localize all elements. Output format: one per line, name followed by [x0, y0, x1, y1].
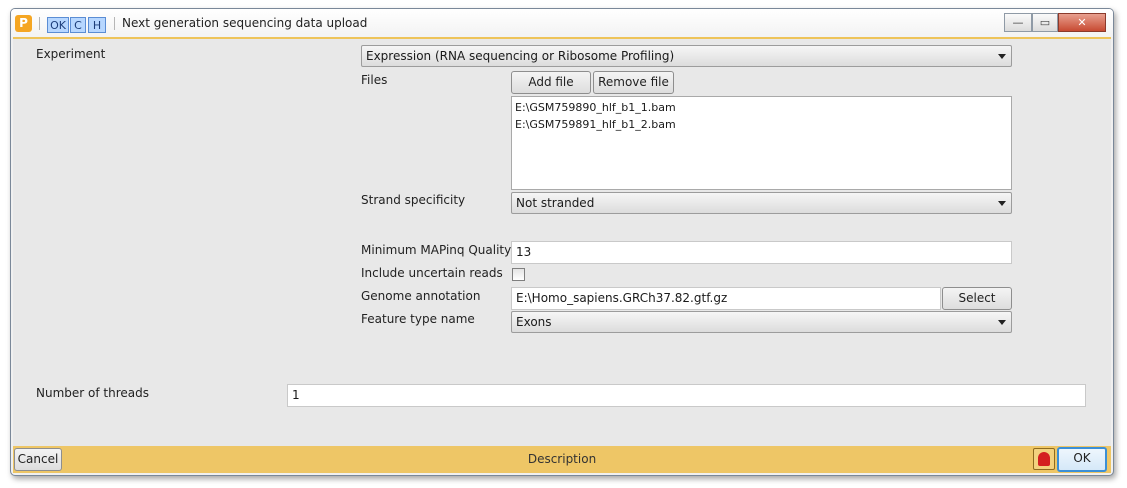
description-text: Description: [527, 452, 597, 466]
minimize-button[interactable]: —: [1004, 13, 1032, 32]
genome-label: Genome annotation: [361, 289, 481, 303]
ok-toolbar-button[interactable]: OK: [47, 17, 69, 33]
window-title: Next generation sequencing data upload: [122, 16, 368, 30]
maximize-button[interactable]: ▭: [1032, 13, 1058, 32]
chevron-down-icon: [998, 201, 1006, 206]
threads-label: Number of threads: [36, 386, 149, 400]
maximize-icon: ▭: [1039, 16, 1051, 29]
bug-report-icon[interactable]: [1033, 448, 1055, 470]
feature-select[interactable]: Exons: [511, 311, 1012, 333]
feature-value: Exons: [516, 315, 552, 329]
dialog-window: P OK C H Next generation sequencing data…: [10, 8, 1114, 476]
c-toolbar-button[interactable]: C: [70, 17, 86, 33]
files-label: Files: [361, 73, 388, 87]
strand-label: Strand specificity: [361, 193, 466, 207]
minimize-icon: —: [1012, 16, 1024, 29]
select-button[interactable]: Select: [942, 287, 1012, 310]
add-file-button[interactable]: Add file: [511, 71, 591, 94]
mapq-input[interactable]: 13: [511, 241, 1012, 264]
chevron-down-icon: [998, 54, 1006, 59]
remove-file-button[interactable]: Remove file: [593, 71, 674, 94]
experiment-value: Expression (RNA sequencing or Ribosome P…: [366, 49, 675, 63]
feature-label: Feature type name: [361, 312, 475, 326]
ok-button[interactable]: OK: [1057, 447, 1107, 472]
list-item[interactable]: E:\GSM759890_hlf_b1_1.bam: [515, 99, 1008, 116]
app-logo-icon: P: [15, 15, 32, 32]
uncertain-label: Include uncertain reads: [361, 266, 503, 280]
experiment-label: Experiment: [36, 47, 106, 61]
footer-bar: Cancel Description OK: [13, 446, 1111, 473]
threads-input[interactable]: 1: [287, 384, 1086, 407]
experiment-select[interactable]: Expression (RNA sequencing or Ribosome P…: [361, 45, 1012, 67]
toolbar-separator: [39, 17, 40, 30]
list-item[interactable]: E:\GSM759891_hlf_b1_2.bam: [515, 116, 1008, 133]
uncertain-checkbox[interactable]: [512, 268, 525, 281]
strand-value: Not stranded: [516, 196, 595, 210]
mapq-label: Minimum MAPinq Quality: [361, 243, 512, 257]
close-icon: ✕: [1077, 16, 1087, 29]
close-button[interactable]: ✕: [1058, 13, 1106, 32]
strand-select[interactable]: Not stranded: [511, 192, 1012, 214]
genome-input[interactable]: E:\Homo_sapiens.GRCh37.82.gtf.gz: [511, 287, 941, 310]
title-bar[interactable]: P OK C H Next generation sequencing data…: [11, 9, 1113, 37]
files-list[interactable]: E:\GSM759890_hlf_b1_1.bam E:\GSM759891_h…: [511, 96, 1012, 190]
toolbar-separator: [114, 17, 115, 30]
chevron-down-icon: [998, 320, 1006, 325]
h-toolbar-button[interactable]: H: [88, 17, 106, 33]
form-panel: Experiment Expression (RNA sequencing or…: [13, 39, 1111, 446]
